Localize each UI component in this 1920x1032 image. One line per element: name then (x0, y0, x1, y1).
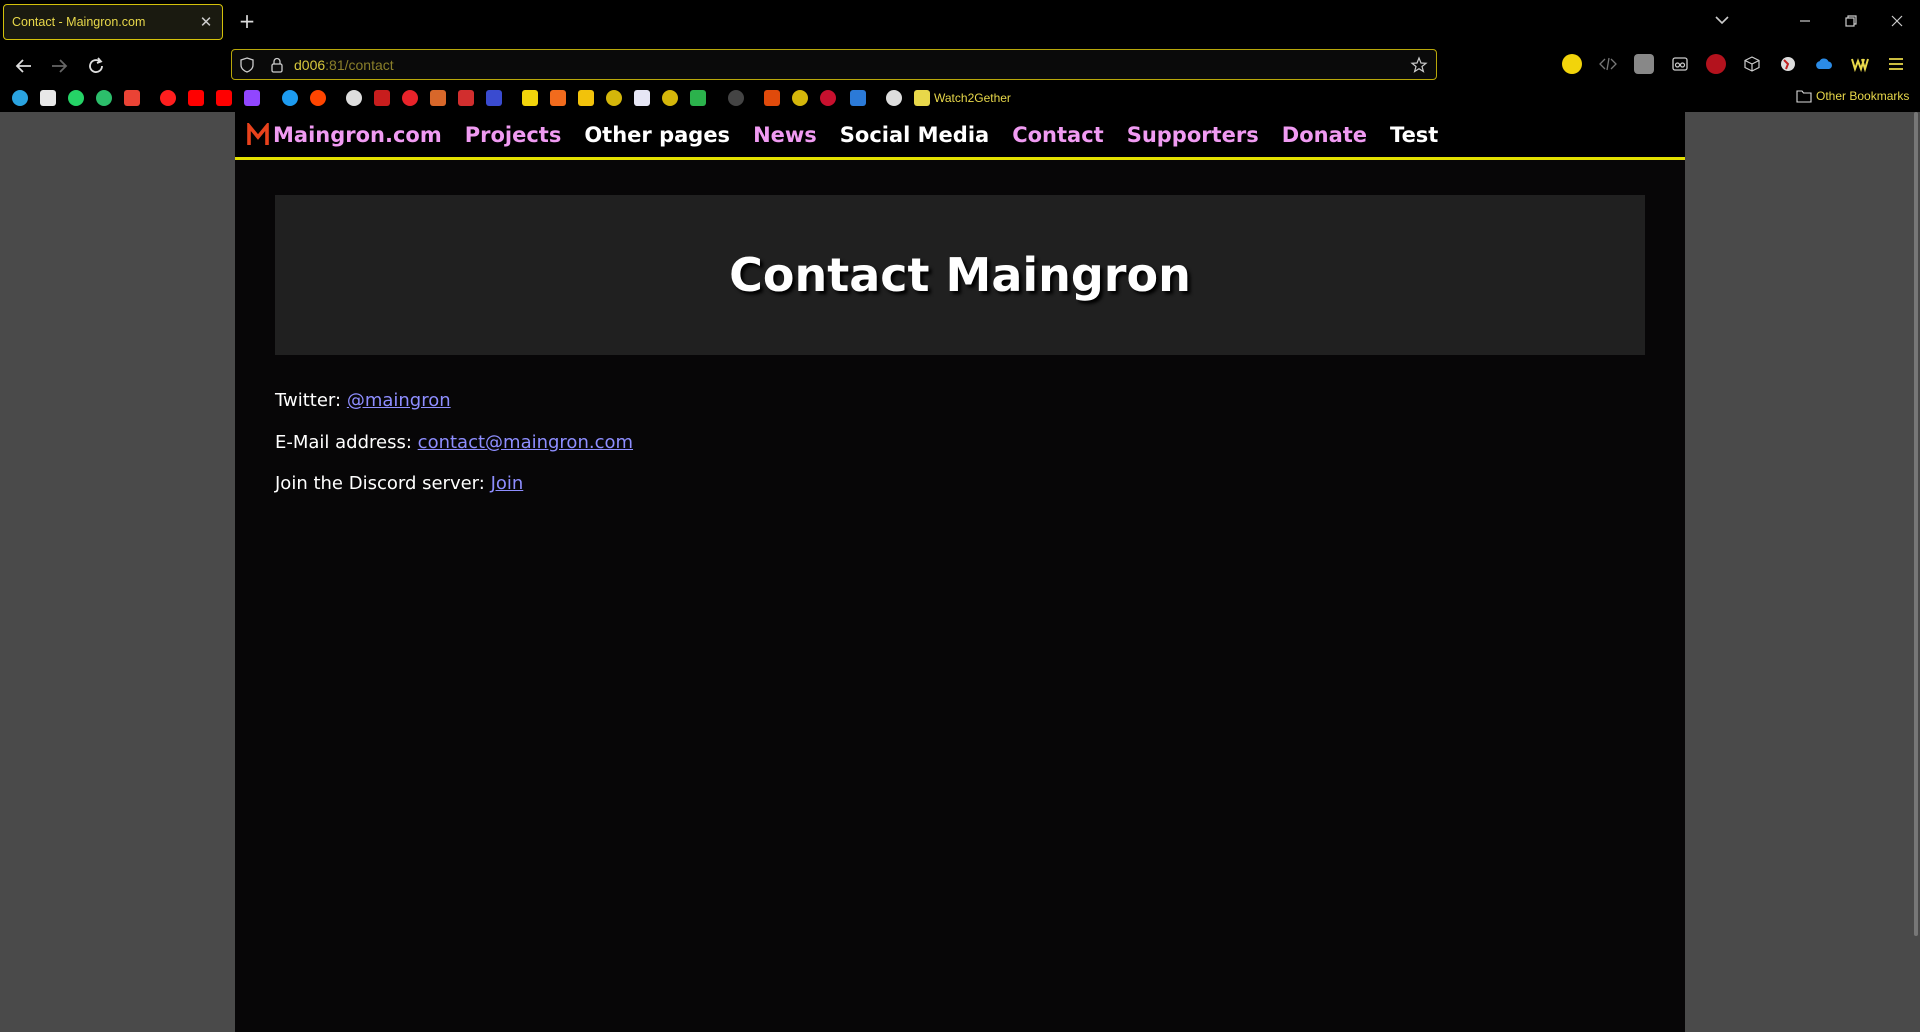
back-arrow-icon[interactable] (12, 54, 36, 78)
restore-icon[interactable] (1840, 10, 1862, 32)
telegram-bookmark-icon[interactable] (12, 90, 28, 106)
diamond-bookmark-icon[interactable] (764, 90, 780, 106)
url-host: d006 (294, 57, 326, 73)
chevron-down-icon[interactable] (1712, 10, 1732, 30)
twitter-bookmark-icon[interactable] (282, 90, 298, 106)
discord-contact-line: Join the Discord server: Join (275, 473, 523, 494)
forward-arrow-icon[interactable] (47, 54, 71, 78)
mail-bookmark-icon[interactable] (578, 90, 594, 106)
twitter-contact-line: Twitter: @maingron (275, 390, 451, 411)
image-bookmark-icon[interactable] (634, 90, 650, 106)
navigation-toolbar: d006:81/contact (0, 44, 1920, 86)
h-bookmark-icon[interactable] (374, 90, 390, 106)
rgb-bookmark-icon[interactable] (690, 90, 706, 106)
menu-icon[interactable] (1886, 54, 1906, 74)
youtube-studio-bookmark-icon[interactable] (216, 90, 232, 106)
raspberry-bookmark-icon[interactable] (820, 90, 836, 106)
url-path: :81/contact (325, 57, 394, 73)
page-header-banner: Contact Maingron (275, 195, 1645, 355)
gmail-bookmark-icon[interactable] (124, 90, 140, 106)
nav-other-pages-link[interactable]: Other pages (584, 123, 730, 147)
nav-social-media-link[interactable]: Social Media (840, 123, 989, 147)
snowflake-bookmark-icon[interactable] (850, 90, 866, 106)
reddit-bookmark-icon[interactable] (310, 90, 326, 106)
mario-bookmark-icon[interactable] (430, 90, 446, 106)
w-extension-icon[interactable] (1850, 54, 1870, 74)
page-content: Maingron.com Projects Other pages News S… (235, 112, 1685, 1032)
m-bookmark-icon[interactable] (550, 90, 566, 106)
bookmarks-bar: Watch2Gether Other Bookmarks (0, 86, 1920, 112)
yellow-bookmark-icon[interactable] (522, 90, 538, 106)
shop-bookmark-icon[interactable] (458, 90, 474, 106)
folder-icon (1796, 90, 1812, 103)
page-scrollbar[interactable] (1914, 112, 1918, 936)
new-tab-button[interactable]: + (236, 10, 258, 32)
page-title: Contact Maingron (729, 248, 1191, 302)
steam-bookmark-icon[interactable] (728, 90, 744, 106)
nav-projects-link[interactable]: Projects (465, 123, 562, 147)
globe-bookmark-icon-2[interactable] (662, 90, 678, 106)
other-bookmarks-label: Other Bookmarks (1816, 89, 1910, 103)
g-bookmark-icon[interactable] (402, 90, 418, 106)
ublock-icon[interactable] (1706, 54, 1726, 74)
app-bookmark-icon[interactable] (40, 90, 56, 106)
active-tab[interactable]: Contact - Maingron.com ✕ (3, 4, 223, 40)
lock-icon[interactable] (268, 56, 286, 74)
email-contact-line: E-Mail address: contact@maingron.com (275, 432, 633, 453)
watch2gether-bookmark-icon[interactable] (914, 90, 930, 106)
emoji-extension-icon[interactable] (1562, 54, 1582, 74)
twitter-link[interactable]: @maingron (347, 390, 451, 411)
tab-title: Contact - Maingron.com (12, 15, 146, 29)
code-icon[interactable] (1598, 54, 1618, 74)
discord-label: Join the Discord server: (275, 473, 485, 494)
email-link[interactable]: contact@maingron.com (418, 432, 633, 453)
youtube-bookmark-icon[interactable] (188, 90, 204, 106)
watch2gether-bookmark-label[interactable]: Watch2Gether (934, 91, 1011, 105)
shield-icon[interactable] (238, 56, 256, 74)
url-text[interactable]: d006:81/contact (294, 57, 394, 73)
cloud-icon[interactable] (1814, 54, 1834, 74)
site-navigation: Maingron.com Projects Other pages News S… (235, 112, 1685, 160)
globe-bookmark-icon[interactable] (606, 90, 622, 106)
chat-bookmark-icon[interactable] (96, 90, 112, 106)
globe-extension-icon[interactable] (1778, 54, 1798, 74)
cube-icon[interactable] (1742, 54, 1762, 74)
url-bar[interactable]: d006:81/contact (231, 49, 1437, 80)
nav-donate-link[interactable]: Donate (1282, 123, 1367, 147)
close-window-icon[interactable] (1886, 10, 1908, 32)
extension-icon[interactable] (1634, 54, 1654, 74)
email-label: E-Mail address: (275, 432, 412, 453)
maingron-logo-icon[interactable] (247, 122, 269, 147)
twitch-bookmark-icon[interactable] (244, 90, 260, 106)
twitter-label: Twitter: (275, 390, 342, 411)
discord-join-link[interactable]: Join (491, 473, 524, 494)
other-bookmarks-folder[interactable]: Other Bookmarks (1796, 89, 1909, 103)
whatsapp-bookmark-icon[interactable] (68, 90, 84, 106)
nav-test-link[interactable]: Test (1390, 123, 1438, 147)
bookmark-star-icon[interactable] (1410, 56, 1428, 74)
calendar-bookmark-icon[interactable] (486, 90, 502, 106)
youtube-music-bookmark-icon[interactable] (160, 90, 176, 106)
page-viewport: Maingron.com Projects Other pages News S… (0, 112, 1920, 1032)
glasses-icon[interactable] (1670, 54, 1690, 74)
globe-bookmark-icon-3[interactable] (792, 90, 808, 106)
nav-news-link[interactable]: News (753, 123, 817, 147)
minimize-icon[interactable] (1794, 10, 1816, 32)
speedometer-bookmark-icon[interactable] (886, 90, 902, 106)
nav-supporters-link[interactable]: Supporters (1127, 123, 1259, 147)
reload-icon[interactable] (84, 54, 108, 78)
nav-contact-link[interactable]: Contact (1012, 123, 1104, 147)
github-bookmark-icon[interactable] (346, 90, 362, 106)
tab-bar: Contact - Maingron.com ✕ + (0, 0, 1920, 44)
nav-brand-link[interactable]: Maingron.com (273, 123, 442, 147)
tab-close-icon[interactable]: ✕ (198, 14, 214, 30)
